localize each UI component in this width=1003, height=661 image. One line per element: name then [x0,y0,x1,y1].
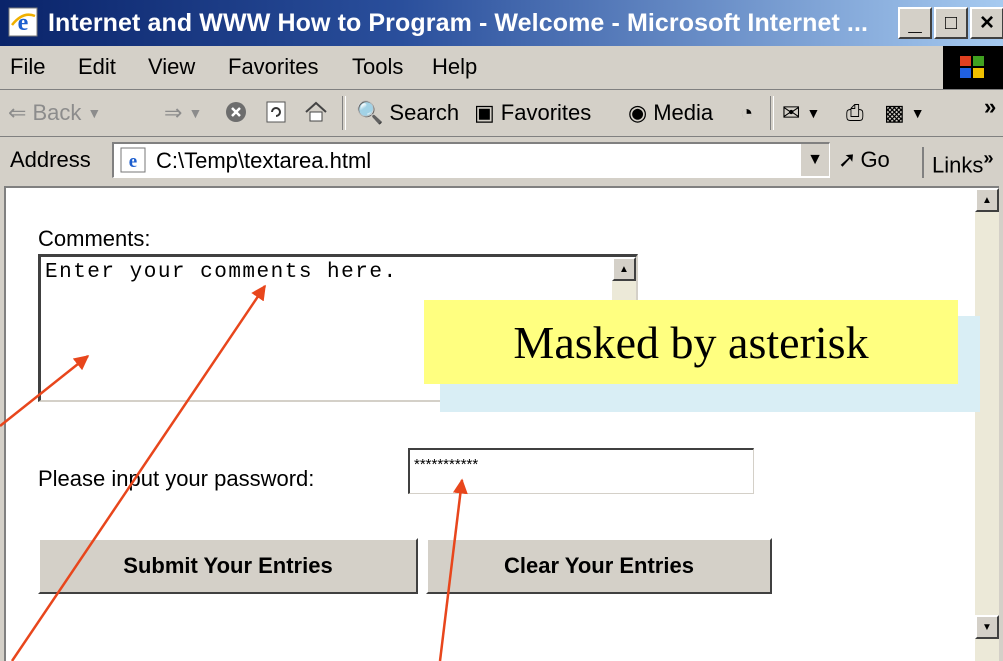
address-label: Address [10,147,91,172]
back-arrow-icon: ⇐ [8,100,27,125]
media-icon: ◉ [628,100,648,125]
page-content: Comments: Enter your comments here. ▲ Pl… [4,186,999,661]
svg-text:e: e [129,151,137,172]
up-arrow-icon: ▲ [619,263,629,275]
dropdown-arrow-icon: ▼ [188,105,203,121]
dropdown-arrow-icon: ▼ [806,105,821,121]
down-arrow-icon: ▼ [982,621,992,633]
menu-tools[interactable]: Tools [352,54,403,80]
favorites-button[interactable]: ▣ Favorites [474,100,591,126]
menu-bar: File Edit View Favorites Tools Help [0,46,1003,90]
internet-explorer-icon: e [8,7,38,37]
home-icon [305,101,327,122]
windows-throbber [943,46,1003,89]
chevron-down-icon: ▼ [807,151,823,168]
close-button[interactable]: × [970,7,1003,39]
menu-edit[interactable]: Edit [78,54,116,80]
windows-logo-icon [960,56,984,78]
edit-button[interactable]: ▩ ▼ [884,100,925,126]
up-arrow-icon: ▲ [982,194,992,206]
password-label: Please input your password: [38,466,315,491]
title-bar[interactable]: e Internet and WWW How to Program - Welc… [0,0,1003,46]
go-button[interactable]: ➚ Go [838,147,890,173]
history-button[interactable]: ◔ [740,100,753,126]
history-icon: ◔ [740,100,754,125]
browser-window: e Internet and WWW How to Program - Welc… [0,0,1003,661]
mail-icon: ✉ [782,100,801,125]
print-button[interactable]: ⎙ [846,100,864,126]
submit-button[interactable]: Submit Your Entries [38,538,418,594]
toolbar-separator [342,96,346,130]
print-icon: ⎙ [846,100,864,125]
refresh-button[interactable] [264,100,288,124]
scroll-down-button[interactable]: ▼ [975,615,999,639]
page-icon: e [120,147,146,173]
scroll-up-button[interactable]: ▲ [975,188,999,212]
address-bar: Address e C:\Temp\textarea.html ▼ ➚ Go L… [0,136,1003,183]
stop-icon [226,102,246,122]
clear-button[interactable]: Clear Your Entries [426,538,772,594]
password-input[interactable]: *********** [408,448,754,494]
home-button[interactable] [304,100,328,124]
media-button[interactable]: ◉ Media [628,100,713,126]
search-icon: 🔍 [356,100,384,125]
toolbar-more-button[interactable]: » [984,94,996,120]
page-scrollbar[interactable]: ▲ ▼ [975,188,999,661]
favorites-icon: ▣ [474,100,495,125]
menu-favorites[interactable]: Favorites [228,54,318,80]
address-input[interactable]: e C:\Temp\textarea.html ▼ [112,142,830,178]
stop-button[interactable] [224,100,248,124]
mail-button[interactable]: ✉ ▼ [782,100,820,126]
dropdown-arrow-icon: ▼ [910,105,925,121]
word-icon: ▩ [884,100,905,125]
window-title: Internet and WWW How to Program - Welcom… [48,9,869,37]
textarea-value: Enter your comments here. [45,261,398,284]
maximize-button[interactable]: □ [934,7,968,39]
password-value: *********** [414,456,479,473]
scroll-up-button[interactable]: ▲ [612,257,636,281]
minimize-button[interactable]: _ [898,7,932,39]
forward-arrow-icon: ⇒ [164,100,183,125]
menu-file[interactable]: File [10,54,45,80]
refresh-icon [266,101,286,123]
search-button[interactable]: 🔍 Search [356,100,459,126]
annotation-callout: Masked by asterisk [424,300,958,384]
address-value: C:\Temp\textarea.html [156,148,372,173]
standard-toolbar: ⇐ Back ▼ ⇒ ▼ 🔍 Search ▣ Favorites ◉ Medi… [0,89,1003,137]
back-button[interactable]: ⇐ Back ▼ [8,100,101,126]
menu-help[interactable]: Help [432,54,477,80]
menu-view[interactable]: View [148,54,195,80]
comments-label: Comments: [38,226,151,251]
go-arrow-icon: ➚ [838,147,857,172]
forward-button[interactable]: ⇒ ▼ [164,100,202,126]
toolbar-separator [770,96,774,130]
address-dropdown-button[interactable]: ▼ [799,144,829,176]
dropdown-arrow-icon: ▼ [87,105,102,121]
links-button[interactable]: Links» [922,147,994,179]
